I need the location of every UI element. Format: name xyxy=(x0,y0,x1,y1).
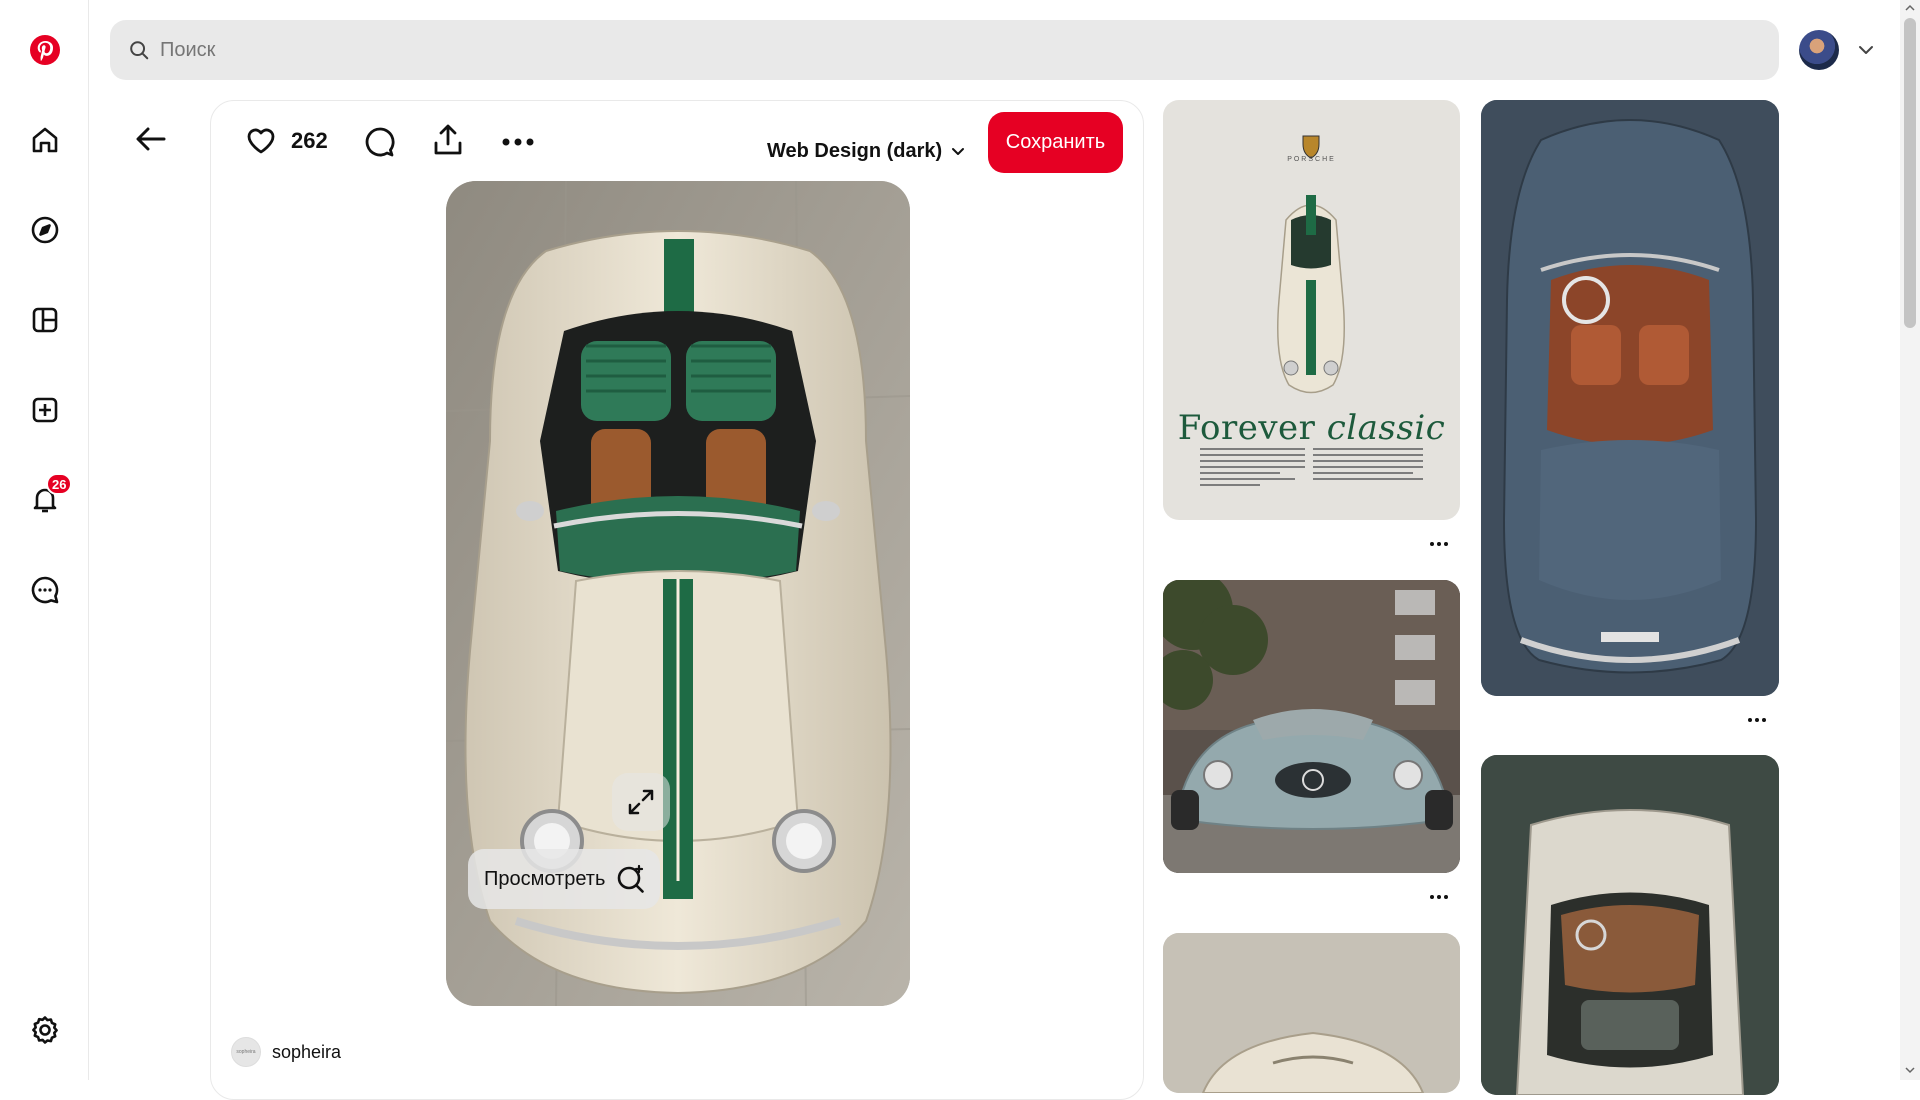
poster-brand-text: PORSCHE xyxy=(1287,156,1336,163)
notifications-count-badge: 26 xyxy=(46,473,73,495)
pin-author[interactable]: sopheira sopheira xyxy=(231,1037,341,1067)
account-chevron-down-icon[interactable] xyxy=(1856,40,1876,60)
like-count: 262 xyxy=(291,128,328,153)
expand-image-button[interactable] xyxy=(612,773,670,831)
back-button[interactable] xyxy=(128,116,174,162)
visual-search-sparkle-icon xyxy=(618,864,645,893)
share-button[interactable] xyxy=(431,123,465,157)
messages-chat-icon[interactable] xyxy=(22,567,67,612)
chevron-down-icon xyxy=(952,148,965,155)
scrollbar-thumb[interactable] xyxy=(1904,18,1916,328)
heart-icon xyxy=(247,128,275,154)
search-input[interactable] xyxy=(160,38,1660,62)
more-dots-icon xyxy=(1748,718,1766,722)
poster-title: Forever classic xyxy=(1177,408,1446,448)
more-dots-icon xyxy=(1430,542,1448,546)
scroll-down-arrow-icon[interactable] xyxy=(1904,1064,1916,1076)
comment-button[interactable] xyxy=(363,125,397,159)
search-icon xyxy=(130,41,149,60)
user-avatar[interactable] xyxy=(1799,30,1839,70)
notifications-bell-icon[interactable]: 26 xyxy=(22,473,73,522)
visual-search-label: Просмотреть xyxy=(484,867,606,890)
create-plus-icon[interactable] xyxy=(22,387,67,432)
like-button[interactable]: 262 xyxy=(245,125,328,157)
related-pin-silver-roadster[interactable] xyxy=(1163,580,1460,873)
arrow-left-icon xyxy=(136,127,166,151)
boards-layout-icon[interactable] xyxy=(22,297,67,342)
pinterest-logo-icon[interactable] xyxy=(22,27,67,72)
left-navigation-rail: 26 xyxy=(0,0,89,1080)
related-pin-blue-convertible[interactable] xyxy=(1481,100,1779,696)
scroll-up-arrow-icon[interactable] xyxy=(1904,2,1916,14)
search-bar[interactable] xyxy=(110,20,1779,80)
save-button[interactable]: Сохранить xyxy=(988,112,1123,173)
more-dots-icon xyxy=(1430,895,1448,899)
board-selector[interactable]: Web Design (dark) xyxy=(767,131,966,171)
board-name: Web Design (dark) xyxy=(767,139,943,162)
settings-gear-icon[interactable] xyxy=(22,1007,67,1052)
author-avatar[interactable]: sopheira xyxy=(231,1037,261,1067)
related-pin-more-button[interactable] xyxy=(1424,534,1454,554)
related-pin-porsche-poster[interactable]: PORSCHE Forever classic xyxy=(1163,100,1460,520)
more-dots-icon xyxy=(502,138,534,146)
share-upload-icon xyxy=(434,124,462,155)
author-name[interactable]: sopheira xyxy=(272,1042,341,1063)
explore-compass-icon[interactable] xyxy=(22,207,67,252)
home-icon[interactable] xyxy=(22,117,67,162)
related-pin-more-button[interactable] xyxy=(1742,710,1772,730)
related-pin-silver-convertible[interactable] xyxy=(1481,755,1779,1095)
pin-detail-card: 262 Web Design (dark) Сохранить Просмотр… xyxy=(210,100,1144,1100)
visual-search-button[interactable]: Просмотреть xyxy=(468,849,660,909)
related-pin-more-button[interactable] xyxy=(1424,887,1454,907)
more-options-button[interactable] xyxy=(501,125,535,159)
comment-bubble-icon xyxy=(365,127,395,157)
related-pin-cream-car[interactable] xyxy=(1163,933,1460,1093)
expand-arrows-icon xyxy=(628,789,654,815)
page-scrollbar[interactable] xyxy=(1900,0,1920,1080)
